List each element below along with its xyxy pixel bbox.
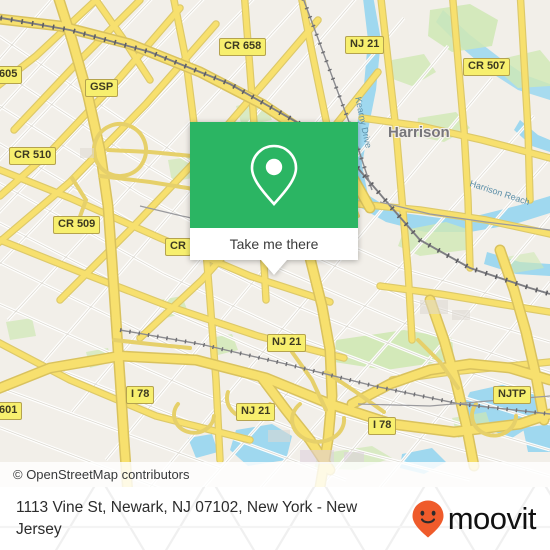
- road-shield-nj-21-b[interactable]: NJ 21: [267, 334, 307, 352]
- popup-action-bar[interactable]: Take me there: [190, 228, 358, 260]
- road-shield-gsp[interactable]: GSP: [85, 79, 119, 97]
- road-shield-605[interactable]: 605: [0, 66, 23, 84]
- take-me-there-label: Take me there: [229, 236, 319, 252]
- road-shield-i-78-b[interactable]: I 78: [368, 417, 397, 435]
- map-canvas[interactable]: Harrison Harrison Reach Kearny Drive 605…: [0, 0, 550, 487]
- address-text: 1113 Vine St, Newark, NJ 07102, New York…: [16, 498, 358, 538]
- map-pin-icon: [250, 144, 298, 206]
- road-shield-nj-21-a[interactable]: NJ 21: [345, 36, 385, 54]
- popup-pointer-tail: [261, 260, 287, 275]
- road-shield-cr-509[interactable]: CR 509: [53, 216, 101, 234]
- road-shield-cr-510[interactable]: CR 510: [9, 147, 57, 165]
- map-screenshot: Harrison Harrison Reach Kearny Drive 605…: [0, 0, 550, 550]
- road-shield-cr[interactable]: CR: [165, 238, 191, 256]
- map-attribution-bar: © OpenStreetMap contributors: [0, 462, 550, 487]
- road-shield-cr-507[interactable]: CR 507: [463, 58, 511, 76]
- road-shield-601[interactable]: 601: [0, 402, 23, 420]
- popup-header: [190, 122, 358, 228]
- footer-bar: 1113 Vine St, Newark, NJ 07102, New York…: [0, 487, 550, 550]
- brand-name-text: moovit: [447, 501, 537, 536]
- road-shield-cr-658[interactable]: CR 658: [219, 38, 267, 56]
- road-shield-nj-21-c[interactable]: NJ 21: [236, 403, 276, 421]
- road-shield-njtp[interactable]: NJTP: [493, 386, 532, 404]
- location-popup[interactable]: Take me there: [190, 122, 358, 275]
- brand-logo[interactable]: moovit: [411, 499, 550, 539]
- openstreetmap-attribution[interactable]: © OpenStreetMap contributors: [0, 467, 190, 482]
- road-shield-i-78-a[interactable]: I 78: [126, 386, 155, 404]
- moovit-smiley-pin-icon: [412, 500, 444, 537]
